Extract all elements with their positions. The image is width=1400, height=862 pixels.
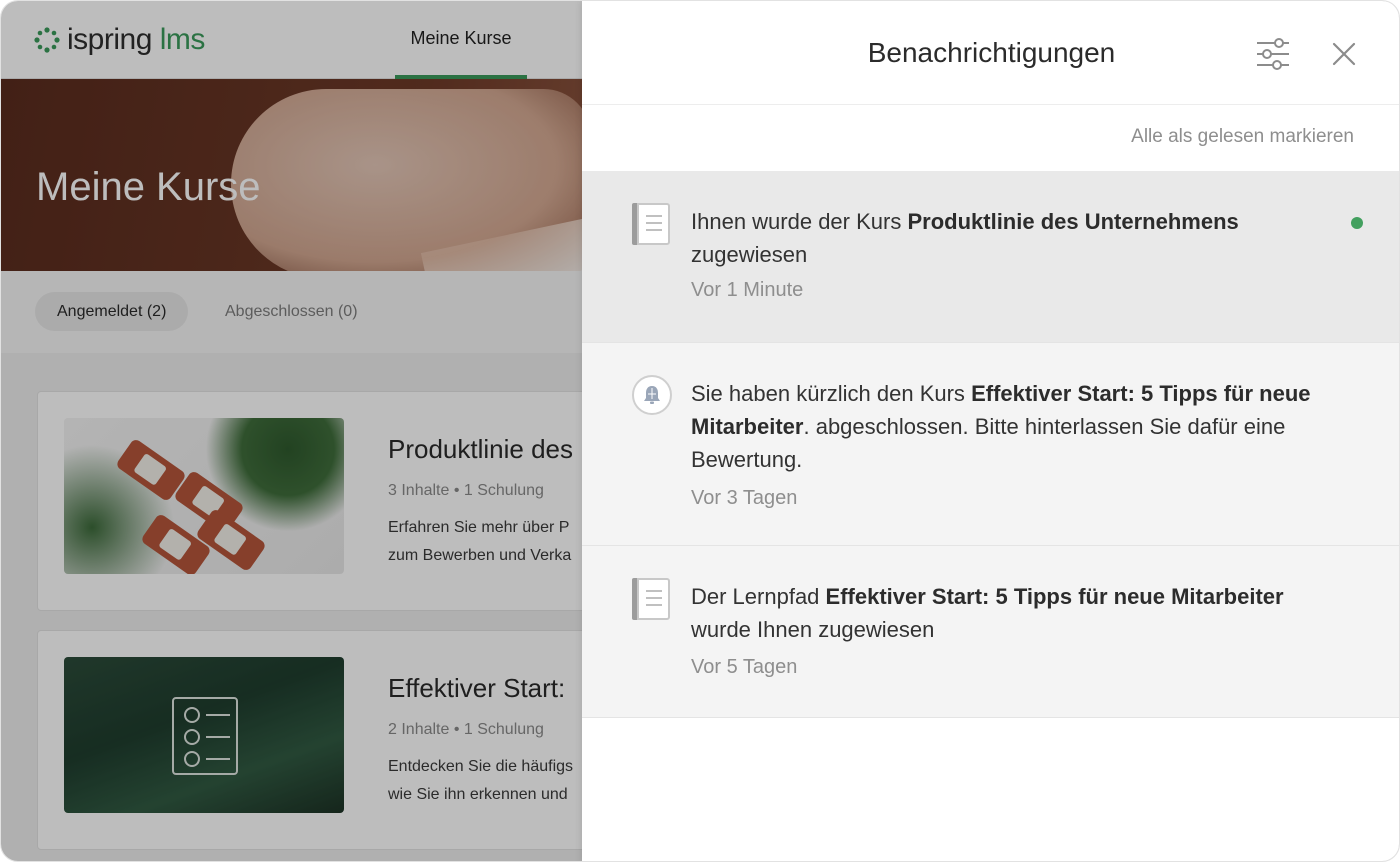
settings-sliders-icon[interactable]: [1255, 37, 1291, 71]
panel-header: Benachrichtigungen: [582, 1, 1399, 105]
app-window: ispring lms Meine Kurse Meine Kurse Ange…: [0, 0, 1400, 862]
mark-all-read-link[interactable]: Alle als gelesen markieren: [1131, 126, 1354, 148]
document-icon: [632, 203, 670, 245]
unread-indicator: [1351, 217, 1363, 229]
notification-text: Ihnen wurde der Kurs Produktlinie des Un…: [691, 209, 1239, 267]
notification-time: Vor 3 Tagen: [691, 487, 798, 509]
bell-icon: [632, 375, 672, 417]
notifications-panel: Benachrichtigungen Alle als gelesen mark…: [582, 1, 1399, 861]
notification-time: Vor 5 Tagen: [691, 656, 798, 678]
notification-learning-path-name[interactable]: Effektiver Start: 5 Tipps für neue Mitar…: [826, 584, 1284, 609]
notification-item[interactable]: Ihnen wurde der Kurs Produktlinie des Un…: [582, 171, 1399, 343]
notification-text: Sie haben kürzlich den Kurs Effektiver S…: [691, 381, 1311, 472]
document-icon: [632, 578, 670, 620]
notification-course-name[interactable]: Produktlinie des Unternehmens: [907, 209, 1238, 234]
close-icon[interactable]: [1329, 39, 1359, 69]
notification-item[interactable]: Sie haben kürzlich den Kurs Effektiver S…: [582, 343, 1399, 546]
notification-item[interactable]: Der Lernpfad Effektiver Start: 5 Tipps f…: [582, 546, 1399, 718]
notification-text: Der Lernpfad Effektiver Start: 5 Tipps f…: [691, 584, 1284, 642]
notification-time: Vor 1 Minute: [691, 279, 804, 301]
